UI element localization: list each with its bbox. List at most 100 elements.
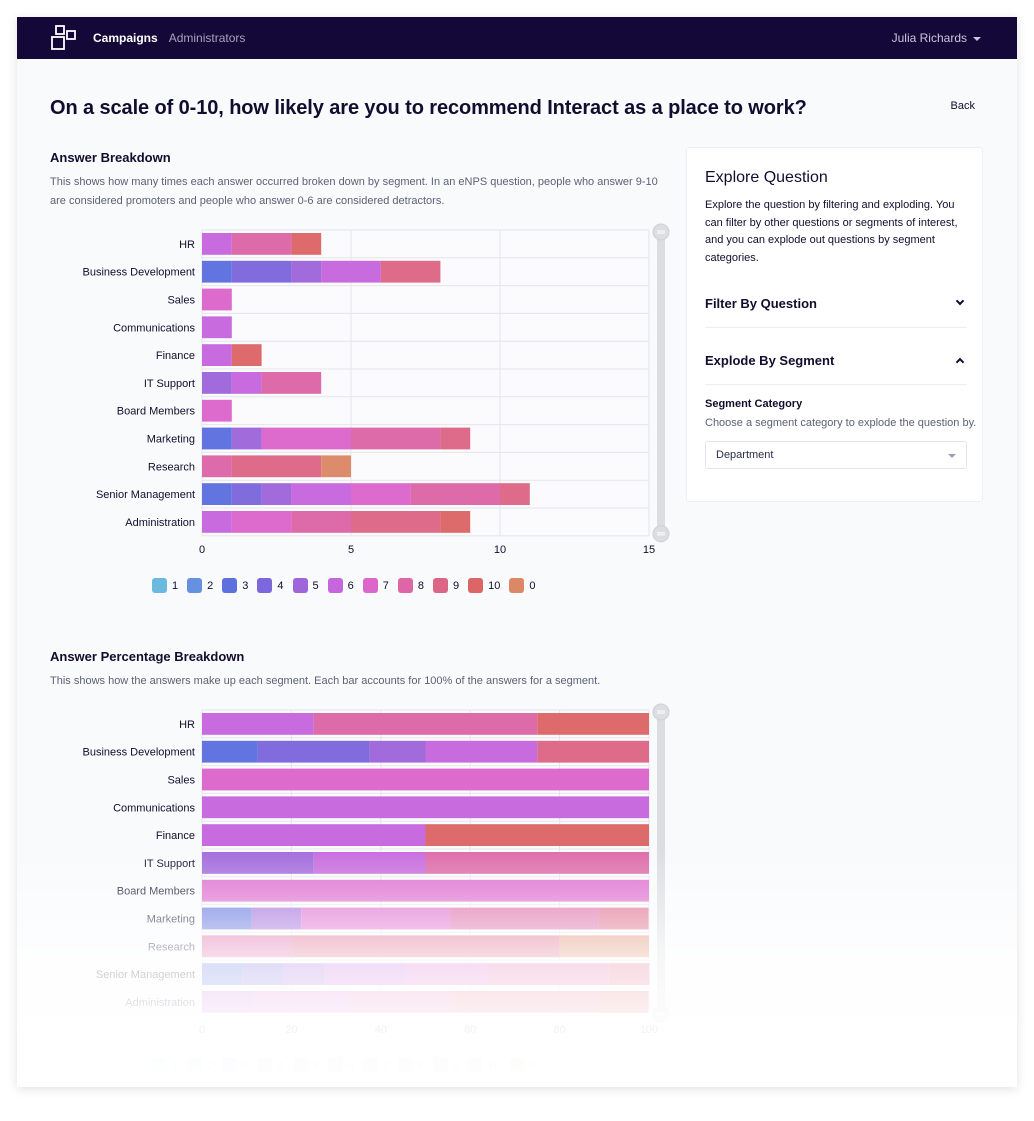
bar-segment-7[interactable]: [202, 879, 649, 902]
chart-scrollbar-handle[interactable]: [652, 703, 670, 721]
bar-segment-3[interactable]: [202, 963, 243, 985]
bar-segment-10[interactable]: [598, 991, 649, 1013]
bar-segment-8[interactable]: [351, 427, 441, 450]
bar-segment-6[interactable]: [291, 483, 351, 505]
bar-segment-9[interactable]: [380, 260, 441, 283]
bar-segment-5[interactable]: [283, 963, 325, 985]
nav-link-administrators[interactable]: Administrators: [169, 31, 246, 45]
bar-segment-3[interactable]: [202, 740, 258, 763]
bar-segment-8[interactable]: [410, 483, 500, 505]
legend-item[interactable]: 6: [327, 578, 354, 593]
chart-scrollbar-handle[interactable]: [652, 223, 670, 241]
legend-item[interactable]: 7: [362, 578, 389, 593]
bar-segment-6[interactable]: [202, 233, 232, 255]
bar-segment-8[interactable]: [202, 455, 232, 478]
bar-segment-6[interactable]: [202, 991, 252, 1013]
bar-segment-9[interactable]: [351, 511, 441, 533]
bar-segment-6[interactable]: [202, 796, 649, 819]
legend-item[interactable]: 3: [222, 1058, 248, 1073]
bar-segment-6[interactable]: [202, 511, 232, 533]
bar-segment-8[interactable]: [450, 907, 599, 930]
bar-segment-3[interactable]: [202, 483, 232, 505]
bar-segment-9[interactable]: [537, 740, 649, 763]
legend-item[interactable]: 9: [433, 1058, 459, 1073]
legend-item[interactable]: 10: [468, 1058, 500, 1073]
bar-segment-7[interactable]: [405, 963, 487, 985]
bar-segment-6[interactable]: [313, 852, 426, 874]
bar-segment-7[interactable]: [202, 768, 649, 791]
legend-item[interactable]: 10: [468, 578, 500, 593]
legend-item[interactable]: 1: [152, 578, 178, 593]
bar-segment-5[interactable]: [369, 740, 426, 763]
bar-segment-8[interactable]: [202, 935, 292, 958]
bar-segment-4[interactable]: [231, 483, 262, 505]
back-link[interactable]: Back: [951, 100, 975, 112]
interact-logo-icon[interactable]: [51, 25, 77, 51]
bar-segment-6[interactable]: [321, 260, 381, 283]
bar-segment-8[interactable]: [425, 852, 650, 874]
bar-segment-8[interactable]: [486, 963, 609, 985]
bar-segment-8[interactable]: [313, 713, 538, 735]
bar-segment-10[interactable]: [440, 511, 471, 533]
legend-item[interactable]: 9: [433, 578, 459, 593]
bar-segment-9[interactable]: [450, 991, 599, 1013]
bar-segment-7[interactable]: [251, 991, 351, 1013]
legend-item[interactable]: 8: [397, 578, 424, 593]
legend-item[interactable]: 5: [292, 1058, 319, 1073]
chart-scrollbar-track[interactable]: [657, 234, 665, 532]
bar-segment-10[interactable]: [537, 713, 649, 735]
bar-segment-5[interactable]: [202, 852, 314, 874]
legend-item[interactable]: 8: [397, 1058, 424, 1073]
bar-segment-10[interactable]: [291, 233, 322, 255]
bar-segment-6[interactable]: [202, 824, 426, 846]
bar-segment-4[interactable]: [242, 963, 284, 985]
bar-segment-6[interactable]: [202, 344, 232, 366]
bar-segment-9[interactable]: [500, 483, 530, 505]
bar-segment-5[interactable]: [251, 907, 302, 930]
bar-segment-6[interactable]: [425, 740, 538, 763]
legend-item[interactable]: 6: [327, 1058, 354, 1073]
bar-segment-0[interactable]: [559, 935, 649, 958]
bar-segment-5[interactable]: [291, 260, 322, 283]
bar-segment-7[interactable]: [231, 511, 292, 533]
bar-segment-4[interactable]: [231, 260, 292, 283]
bar-segment-10[interactable]: [425, 824, 650, 846]
chart-scrollbar-handle[interactable]: [652, 525, 670, 543]
bar-segment-6[interactable]: [202, 713, 314, 735]
legend-item[interactable]: 3: [222, 578, 248, 593]
filter-by-question-accordion[interactable]: Filter By Question: [705, 296, 967, 328]
bar-segment-0[interactable]: [321, 455, 351, 478]
bar-segment-4[interactable]: [257, 740, 370, 763]
user-menu[interactable]: Julia Richards: [892, 31, 981, 45]
bar-segment-7[interactable]: [202, 288, 232, 311]
bar-segment-9[interactable]: [440, 427, 471, 450]
bar-segment-9[interactable]: [291, 935, 560, 958]
legend-item[interactable]: 0: [509, 578, 536, 593]
legend-item[interactable]: 2: [187, 1058, 213, 1073]
bar-segment-7[interactable]: [261, 427, 351, 450]
chart-scrollbar-track[interactable]: [657, 714, 665, 1012]
bar-segment-7[interactable]: [351, 483, 411, 505]
bar-segment-7[interactable]: [301, 907, 451, 930]
bar-segment-9[interactable]: [231, 455, 322, 478]
legend-item[interactable]: 2: [187, 578, 213, 593]
bar-segment-5[interactable]: [231, 427, 262, 450]
segment-category-select[interactable]: Department: [705, 441, 967, 469]
bar-segment-8[interactable]: [350, 991, 451, 1013]
bar-segment-8[interactable]: [261, 372, 322, 394]
bar-segment-5[interactable]: [261, 483, 292, 505]
legend-item[interactable]: 4: [257, 578, 284, 593]
explode-by-segment-accordion[interactable]: Explode By Segment: [705, 353, 967, 385]
bar-segment-6[interactable]: [202, 316, 232, 339]
chart-scrollbar-handle[interactable]: [652, 1005, 670, 1023]
legend-item[interactable]: 7: [362, 1058, 389, 1073]
bar-segment-10[interactable]: [231, 344, 262, 366]
bar-segment-3[interactable]: [202, 260, 232, 283]
bar-segment-9[interactable]: [598, 907, 649, 930]
bar-segment-3[interactable]: [202, 427, 232, 450]
bar-segment-8[interactable]: [231, 233, 292, 255]
bar-segment-8[interactable]: [291, 511, 351, 533]
bar-segment-6[interactable]: [324, 963, 406, 985]
bar-segment-7[interactable]: [202, 399, 232, 422]
bar-segment-3[interactable]: [202, 907, 252, 930]
